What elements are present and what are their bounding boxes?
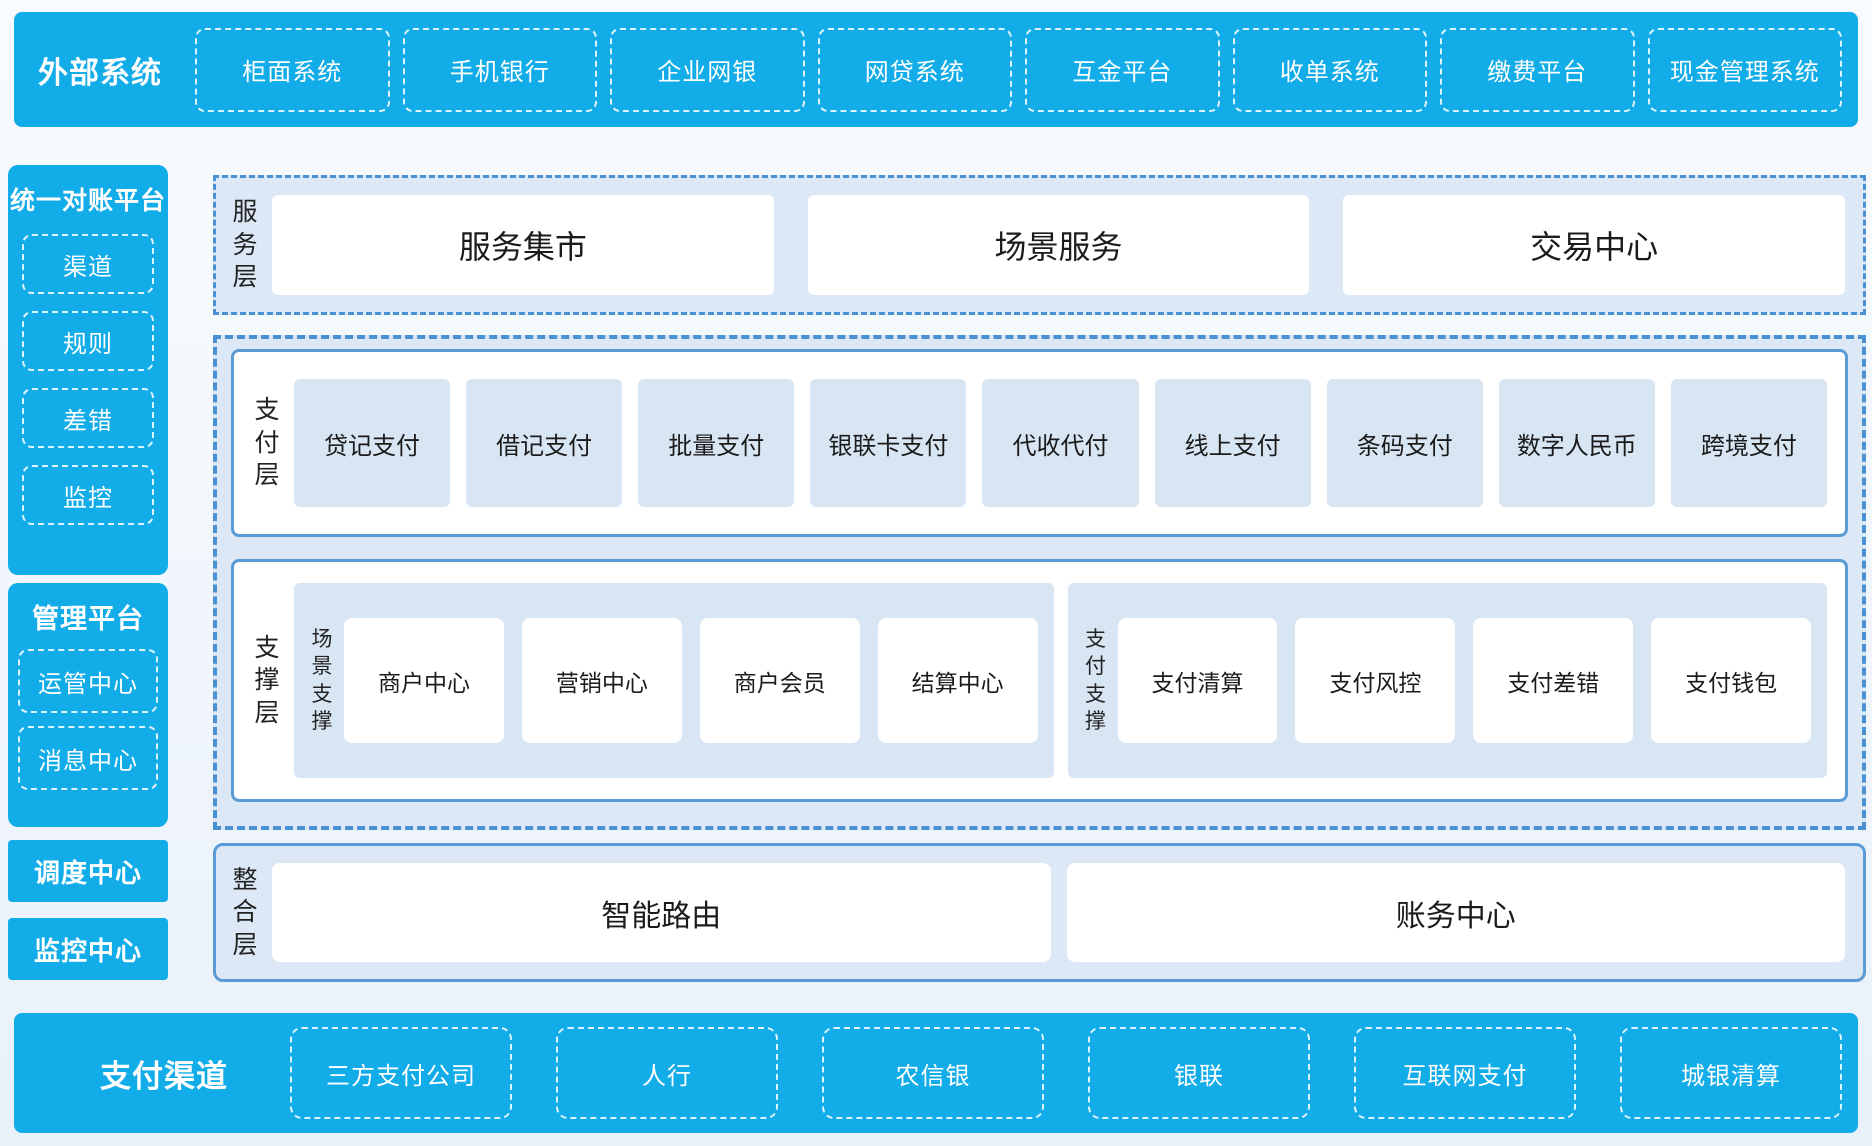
payment-channel-item: 城银清算 [1620,1027,1842,1119]
integration-layer-items: 智能路由 账务中心 [272,863,1845,962]
payment-channels-label: 支付渠道 [30,1051,290,1096]
integration-item: 账务中心 [1067,863,1846,962]
payment-support-items: 支付清算 支付风控 支付差错 支付钱包 [1118,618,1812,743]
support-item: 结算中心 [878,618,1038,743]
reconciliation-item: 差错 [22,388,154,448]
external-system-item: 缴费平台 [1440,28,1635,112]
support-item: 支付差错 [1473,618,1633,743]
reconciliation-item: 监控 [22,465,154,525]
support-item: 商户会员 [700,618,860,743]
payment-item: 借记支付 [466,379,622,507]
middle-region: 统一对账平台 渠道 规则 差错 监控 管理平台 运管中心 消息中心 调度中心 监… [0,127,1872,982]
payment-item: 条码支付 [1327,379,1483,507]
integration-layer-label: 整合层 [230,864,260,962]
service-item: 交易中心 [1343,195,1845,295]
payment-channels-items: 三方支付公司 人行 农信银 银联 互联网支付 城银清算 [290,1027,1842,1119]
payment-item: 银联卡支付 [810,379,966,507]
payment-item: 跨境支付 [1671,379,1827,507]
management-platform-title: 管理平台 [8,597,168,636]
payment-item: 线上支付 [1155,379,1311,507]
external-system-item: 手机银行 [403,28,598,112]
payment-channel-item: 农信银 [822,1027,1044,1119]
external-systems-label: 外部系统 [30,48,195,92]
support-item: 支付风控 [1295,618,1455,743]
support-item: 支付清算 [1118,618,1278,743]
external-system-item: 现金管理系统 [1648,28,1843,112]
payment-channel-item: 互联网支付 [1354,1027,1576,1119]
reconciliation-item: 规则 [22,311,154,371]
payment-channel-item: 人行 [556,1027,778,1119]
payment-support-label: 支付支撑 [1084,626,1108,735]
management-item: 运管中心 [18,649,158,713]
monitoring-center-block: 监控中心 [8,918,168,980]
scenario-support-label: 场景支撑 [310,626,334,735]
reconciliation-item: 渠道 [22,234,154,294]
payment-support-group: 支付支撑 支付清算 支付风控 支付差错 支付钱包 [1068,583,1828,778]
payment-item: 数字人民币 [1499,379,1655,507]
integration-item: 智能路由 [272,863,1051,962]
payment-channel-item: 三方支付公司 [290,1027,512,1119]
support-item: 支付钱包 [1651,618,1811,743]
service-layer-label: 服务层 [230,196,260,294]
reconciliation-platform-panel: 统一对账平台 渠道 规则 差错 监控 [8,165,168,575]
service-item: 场景服务 [808,195,1310,295]
payment-layer-label: 支付层 [252,394,282,492]
external-system-item: 企业网银 [610,28,805,112]
architecture-diagram: 外部系统 柜面系统 手机银行 企业网银 网贷系统 互金平台 收单系统 缴费平台 … [0,0,1872,1146]
service-layer-items: 服务集市 场景服务 交易中心 [272,195,1845,295]
external-system-item: 柜面系统 [195,28,390,112]
scheduling-center-block: 调度中心 [8,840,168,902]
main-layers: 服务层 服务集市 场景服务 交易中心 支付层 贷记支付 借记支付 批量支付 银联… [213,127,1866,982]
payment-channels-bar: 支付渠道 三方支付公司 人行 农信银 银联 互联网支付 城银清算 [14,1013,1858,1133]
management-platform-panel: 管理平台 运管中心 消息中心 [8,583,168,827]
external-system-item: 网贷系统 [818,28,1013,112]
support-item: 商户中心 [344,618,504,743]
external-system-item: 收单系统 [1233,28,1428,112]
service-layer-panel: 服务层 服务集市 场景服务 交易中心 [213,175,1866,315]
integration-layer-panel: 整合层 智能路由 账务中心 [213,843,1866,982]
core-layers-container: 支付层 贷记支付 借记支付 批量支付 银联卡支付 代收代付 线上支付 条码支付 … [213,335,1866,830]
external-system-item: 互金平台 [1025,28,1220,112]
scenario-support-items: 商户中心 营销中心 商户会员 结算中心 [344,618,1038,743]
support-layer-groups: 场景支撑 商户中心 营销中心 商户会员 结算中心 支付支撑 支付清算 [294,583,1827,778]
payment-channel-item: 银联 [1088,1027,1310,1119]
support-layer-label: 支撑层 [252,632,282,730]
support-item: 营销中心 [522,618,682,743]
service-item: 服务集市 [272,195,774,295]
management-item: 消息中心 [18,726,158,790]
payment-layer-items: 贷记支付 借记支付 批量支付 银联卡支付 代收代付 线上支付 条码支付 数字人民… [294,379,1827,507]
scenario-support-group: 场景支撑 商户中心 营销中心 商户会员 结算中心 [294,583,1054,778]
support-layer-panel: 支撑层 场景支撑 商户中心 营销中心 商户会员 结算中心 [231,559,1848,802]
external-systems-items: 柜面系统 手机银行 企业网银 网贷系统 互金平台 收单系统 缴费平台 现金管理系… [195,28,1842,112]
external-systems-bar: 外部系统 柜面系统 手机银行 企业网银 网贷系统 互金平台 收单系统 缴费平台 … [14,12,1858,127]
payment-item: 批量支付 [638,379,794,507]
reconciliation-platform-title: 统一对账平台 [8,181,168,217]
payment-item: 贷记支付 [294,379,450,507]
payment-layer-panel: 支付层 贷记支付 借记支付 批量支付 银联卡支付 代收代付 线上支付 条码支付 … [231,349,1848,537]
sidebar: 统一对账平台 渠道 规则 差错 监控 管理平台 运管中心 消息中心 调度中心 监… [8,127,168,980]
payment-item: 代收代付 [982,379,1138,507]
